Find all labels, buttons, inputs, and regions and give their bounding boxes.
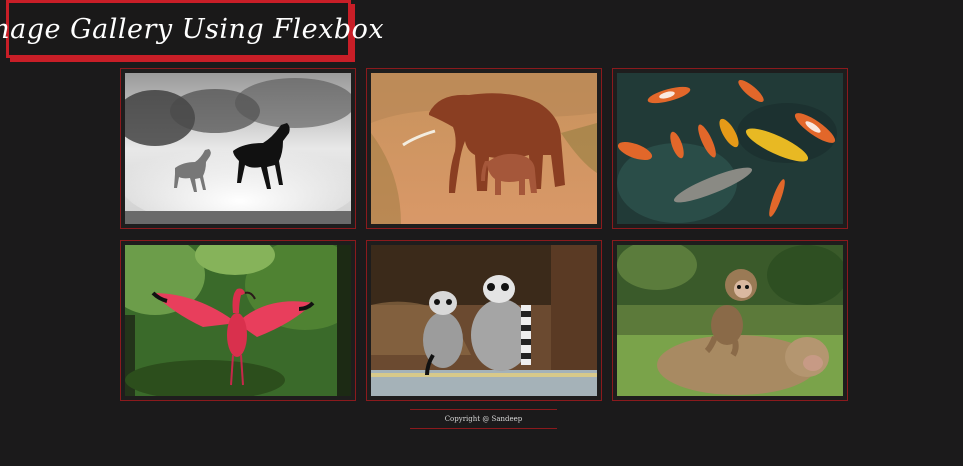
footer: Copyright @ Sandeep xyxy=(410,409,557,429)
gallery-card-koi[interactable] xyxy=(612,68,848,229)
page-title: Image Gallery Using Flexbox xyxy=(0,13,385,45)
gallery-card-elephant[interactable] xyxy=(366,68,602,229)
footer-copyright: Copyright @ Sandeep xyxy=(444,415,523,423)
koi-image[interactable] xyxy=(617,73,843,224)
header-banner: Image Gallery Using Flexbox xyxy=(0,0,384,58)
elephant-image[interactable] xyxy=(371,73,597,224)
lemurs-image[interactable] xyxy=(371,245,597,396)
ibis-image[interactable] xyxy=(125,245,351,396)
horses-image[interactable] xyxy=(125,73,351,224)
monkeys-image[interactable] xyxy=(617,245,843,396)
gallery-card-horses[interactable] xyxy=(120,68,356,229)
gallery-card-lemurs[interactable] xyxy=(366,240,602,401)
gallery-card-ibis[interactable] xyxy=(120,240,356,401)
gallery-card-monkeys[interactable] xyxy=(612,240,848,401)
image-gallery xyxy=(120,68,849,401)
